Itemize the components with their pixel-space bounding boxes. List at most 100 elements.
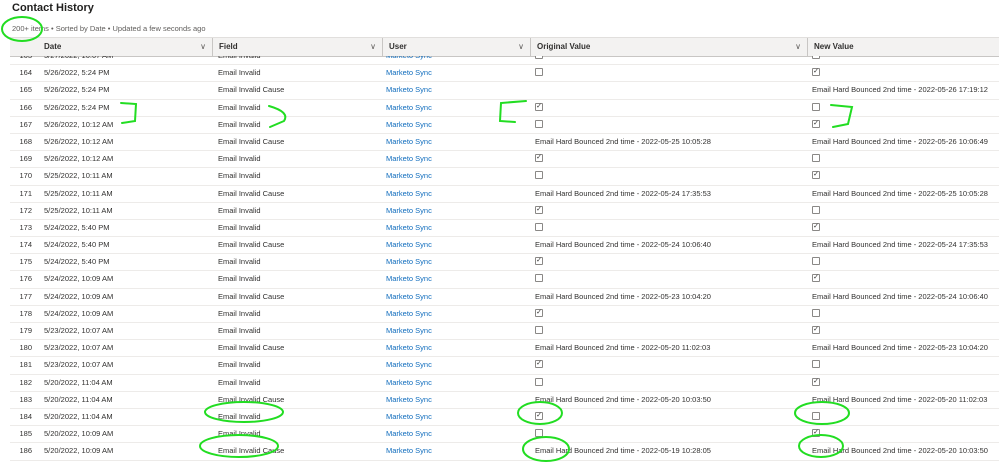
cell-user-link[interactable]: Marketo Sync (386, 254, 531, 270)
cell-user-link[interactable]: Marketo Sync (386, 151, 531, 167)
cell-user-link[interactable]: Marketo Sync (386, 237, 531, 253)
cell-date: 5/24/2022, 10:09 AM (44, 274, 114, 284)
chevron-down-icon[interactable]: ∨ (200, 38, 206, 56)
cell-user-link[interactable]: Marketo Sync (386, 409, 531, 425)
cell-user-link[interactable]: Marketo Sync (386, 357, 531, 373)
column-header-user[interactable]: User ∨ (383, 38, 531, 56)
table-row[interactable]: 170 5/25/2022, 10:11 AM Email Invalid Marke… (10, 168, 999, 186)
table-row[interactable]: 163 5/27/2022, 10:07 AM Email InvalidMarke… (10, 56, 999, 66)
cell-user-link[interactable]: Marketo Sync (386, 306, 531, 322)
table-row[interactable]: 184 5/20/2022, 11:04 AM Email Invalid Marke… (10, 409, 999, 427)
table-row[interactable]: 173 5/24/2022, 5:40 PM Email Invalid Market… (10, 220, 999, 238)
table-row[interactable]: 172 5/25/2022, 10:11 AM Email Invalid Marke… (10, 203, 999, 220)
cell-user-link[interactable]: Marketo Sync (386, 220, 531, 236)
cell-field: Email Invalid (218, 377, 261, 387)
row-number: 179 (19, 326, 32, 335)
cell-user-link[interactable]: Marketo Sync (386, 289, 531, 305)
cell-new-value: ✓ (812, 168, 999, 184)
table-row[interactable]: 165 5/26/2022, 5:24 PM Email Invalid Cause… (10, 82, 999, 100)
column-header-original-value[interactable]: Original Value ∨ (531, 38, 808, 56)
cell-user-link[interactable]: Marketo Sync (386, 186, 531, 202)
table-row[interactable]: 171 5/25/2022, 10:11 AM Email Invalid Caus… (10, 186, 999, 203)
checkbox-icon (535, 222, 543, 231)
cell-user-link[interactable]: Marketo Sync (386, 203, 531, 219)
checkbox-icon: ✓ (812, 326, 820, 335)
table-row[interactable]: 175 5/24/2022, 5:40 PM Email Invalid Market… (10, 254, 999, 272)
cell-user-link[interactable]: Marketo Sync (386, 443, 531, 459)
table-row[interactable]: 164 5/26/2022, 5:24 PM Email Invalid Market… (10, 65, 999, 83)
cell-date: 5/26/2022, 10:12 AM (44, 136, 114, 146)
table-row[interactable]: 177 5/24/2022, 10:09 AM Email Invalid Caus… (10, 289, 999, 306)
cell-user-link[interactable]: Marketo Sync (386, 100, 531, 116)
row-number: 172 (19, 205, 32, 215)
table-row[interactable]: 179 5/23/2022, 10:07 AM Email Invalid Marke… (10, 323, 999, 341)
cell-date: 5/23/2022, 10:07 AM (44, 360, 114, 370)
cell-original-value: Email Hard Bounced 2nd time - 2022-05-24… (535, 240, 711, 250)
page-title: Contact History (12, 2, 94, 14)
cell-original-value (535, 168, 807, 184)
table-row[interactable]: 180 5/23/2022, 10:07 AM Email Invalid Caus… (10, 340, 999, 358)
table-row[interactable]: 174 5/24/2022, 5:40 PM Email Invalid Cause… (10, 237, 999, 255)
cell-original-value (535, 82, 807, 98)
cell-user-link[interactable]: Marketo Sync (386, 323, 531, 339)
table-row[interactable]: 181 5/23/2022, 10:07 AM Email Invalid Marke… (10, 357, 999, 375)
cell-user-link[interactable]: Marketo Sync (386, 168, 531, 184)
cell-field: Email Invalid (218, 326, 261, 335)
cell-original-value (535, 271, 807, 287)
checkbox-icon (812, 154, 820, 163)
cell-new-value (812, 357, 999, 373)
cell-original-value: ✓ (535, 100, 807, 116)
grid-body[interactable]: 1635/27/2022, 10:07 AMEmail InvalidMarke… (10, 56, 999, 463)
row-number: 165 (19, 85, 32, 95)
cell-user-link[interactable]: Marketo Sync (386, 82, 531, 98)
cell-user-link[interactable]: Marketo Sync (386, 392, 531, 408)
table-row[interactable]: 182 5/20/2022, 11:04 AM Email Invalid Marke… (10, 375, 999, 392)
column-header-label: New Value (814, 42, 854, 51)
checkbox-icon: ✓ (812, 274, 820, 283)
cell-original-value: ✓ (535, 306, 807, 322)
cell-user-link[interactable]: Marketo Sync (386, 65, 531, 81)
checkbox-icon (812, 102, 820, 111)
table-row[interactable]: 185 5/20/2022, 10:09 AM Email Invalid Marke… (10, 426, 999, 444)
row-number: 177 (19, 291, 32, 301)
column-header-new-value[interactable]: New Value (808, 38, 999, 56)
cell-field: Email Invalid (218, 205, 261, 215)
cell-date: 5/26/2022, 5:24 PM (44, 102, 110, 112)
cell-user-link[interactable]: Marketo Sync (386, 271, 531, 287)
checkbox-icon (535, 68, 543, 77)
cell-user-link[interactable]: Marketo Sync (386, 134, 531, 150)
table-row[interactable]: 167 5/26/2022, 10:12 AM Email Invalid Marke… (10, 117, 999, 134)
cell-user-link[interactable]: Marketo Sync (386, 426, 531, 442)
cell-date: 5/26/2022, 5:24 PM (44, 68, 110, 78)
checkbox-icon: ✓ (535, 205, 543, 214)
cell-date: 5/20/2022, 11:04 AM (44, 411, 113, 421)
chevron-down-icon[interactable]: ∨ (370, 38, 376, 56)
cell-user-link[interactable]: Marketo Sync (386, 340, 531, 356)
chevron-down-icon[interactable]: ∨ (518, 38, 524, 56)
column-header-field[interactable]: Field ∨ (213, 38, 383, 56)
cell-field: Email Invalid (218, 411, 261, 421)
checkbox-icon (535, 377, 543, 386)
cell-new-value: ✓ (812, 323, 999, 339)
cell-user-link[interactable]: Marketo Sync (386, 56, 531, 64)
table-row[interactable]: 183 5/20/2022, 11:04 AM Email Invalid Caus… (10, 392, 999, 409)
checkbox-icon: ✓ (535, 360, 543, 369)
table-row[interactable]: 166 5/26/2022, 5:24 PM Email Invalid Market… (10, 100, 999, 117)
cell-field: Email Invalid (218, 119, 261, 129)
cell-original-value: ✓ (535, 409, 807, 425)
chevron-down-icon[interactable]: ∨ (795, 38, 801, 56)
table-row[interactable]: 178 5/24/2022, 10:09 AM Email Invalid Marke… (10, 306, 999, 323)
table-row[interactable]: 169 5/26/2022, 10:12 AM Email Invalid Marke… (10, 151, 999, 169)
table-row[interactable]: 186 5/20/2022, 10:09 AM Email Invalid Caus… (10, 443, 999, 461)
column-header-date[interactable]: Date ∨ (38, 38, 213, 56)
cell-field: Email Invalid (218, 171, 261, 181)
cell-user-link[interactable]: Marketo Sync (386, 117, 531, 133)
cell-field: Email Invalid (218, 222, 261, 232)
table-row[interactable]: 176 5/24/2022, 10:09 AM Email Invalid Marke… (10, 271, 999, 289)
checkbox-icon: ✓ (812, 68, 820, 77)
row-number: 174 (19, 240, 32, 250)
checkbox-icon (812, 308, 820, 317)
cell-user-link[interactable]: Marketo Sync (386, 375, 531, 391)
table-row[interactable]: 168 5/26/2022, 10:12 AM Email Invalid Caus… (10, 134, 999, 152)
column-header-label: Date (44, 42, 62, 51)
